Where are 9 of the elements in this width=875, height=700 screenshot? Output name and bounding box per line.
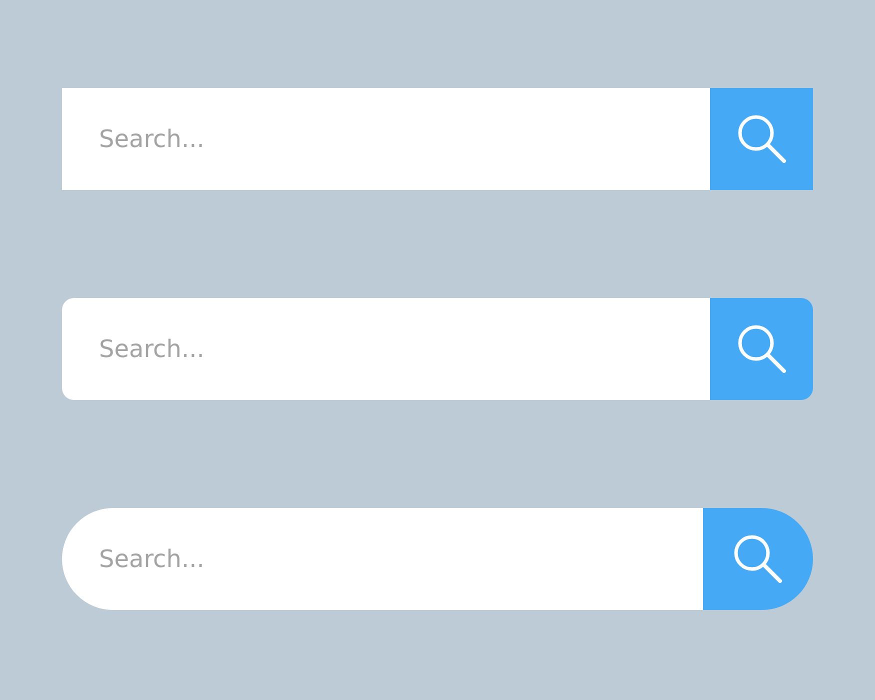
search-button[interactable]	[710, 88, 813, 190]
search-icon	[736, 323, 788, 375]
search-field[interactable]: Search...	[62, 88, 710, 190]
search-icon	[732, 533, 784, 585]
search-button[interactable]	[710, 298, 813, 400]
search-icon	[736, 113, 788, 165]
search-field[interactable]: Search...	[62, 508, 703, 610]
search-button[interactable]	[703, 508, 813, 610]
search-field[interactable]: Search...	[62, 298, 710, 400]
